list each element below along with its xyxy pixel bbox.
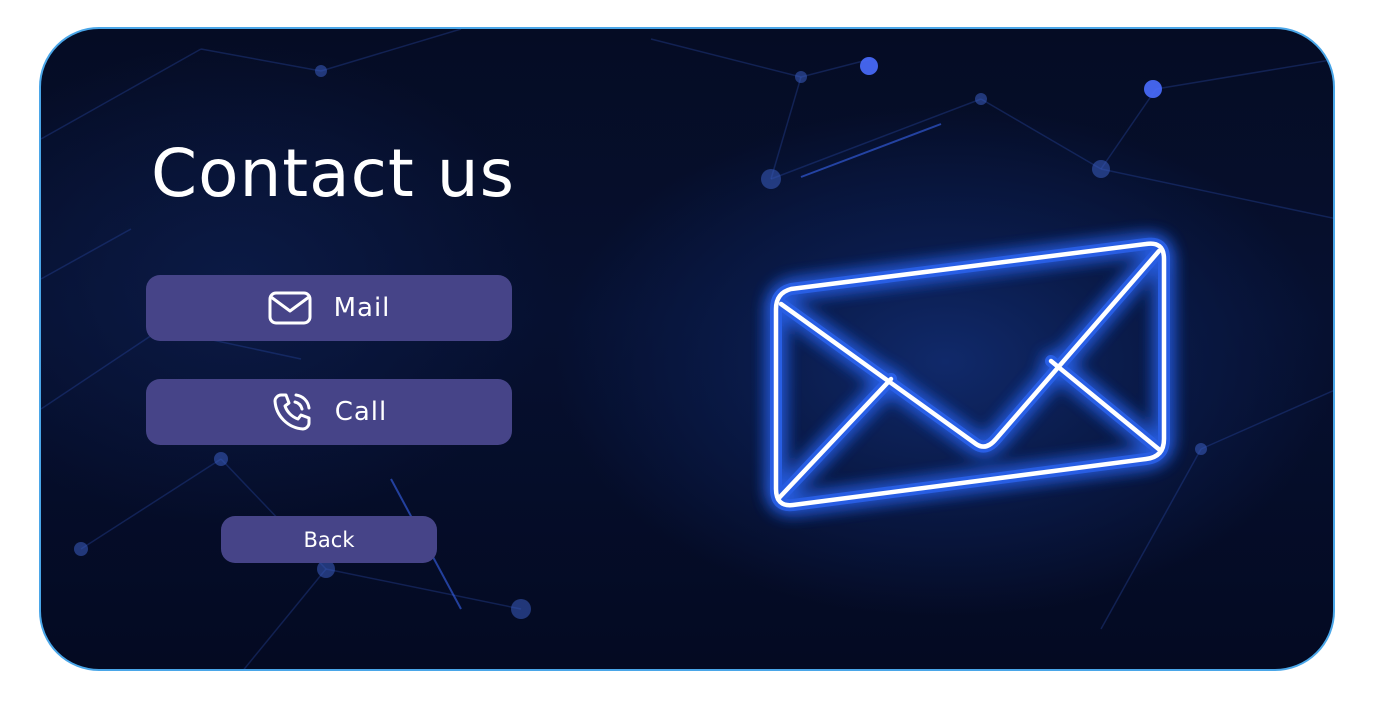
mail-icon (268, 291, 312, 325)
call-button-label: Call (334, 397, 388, 427)
back-button[interactable]: Back (221, 516, 437, 563)
contact-card: Contact us Mail Call Back (39, 27, 1335, 671)
call-button[interactable]: Call (146, 379, 512, 445)
envelope-icon (770, 237, 1170, 512)
mail-button-label: Mail (333, 293, 391, 323)
mail-button[interactable]: Mail (146, 275, 512, 341)
phone-call-icon (271, 391, 313, 433)
page-title: Contact us (151, 135, 515, 212)
